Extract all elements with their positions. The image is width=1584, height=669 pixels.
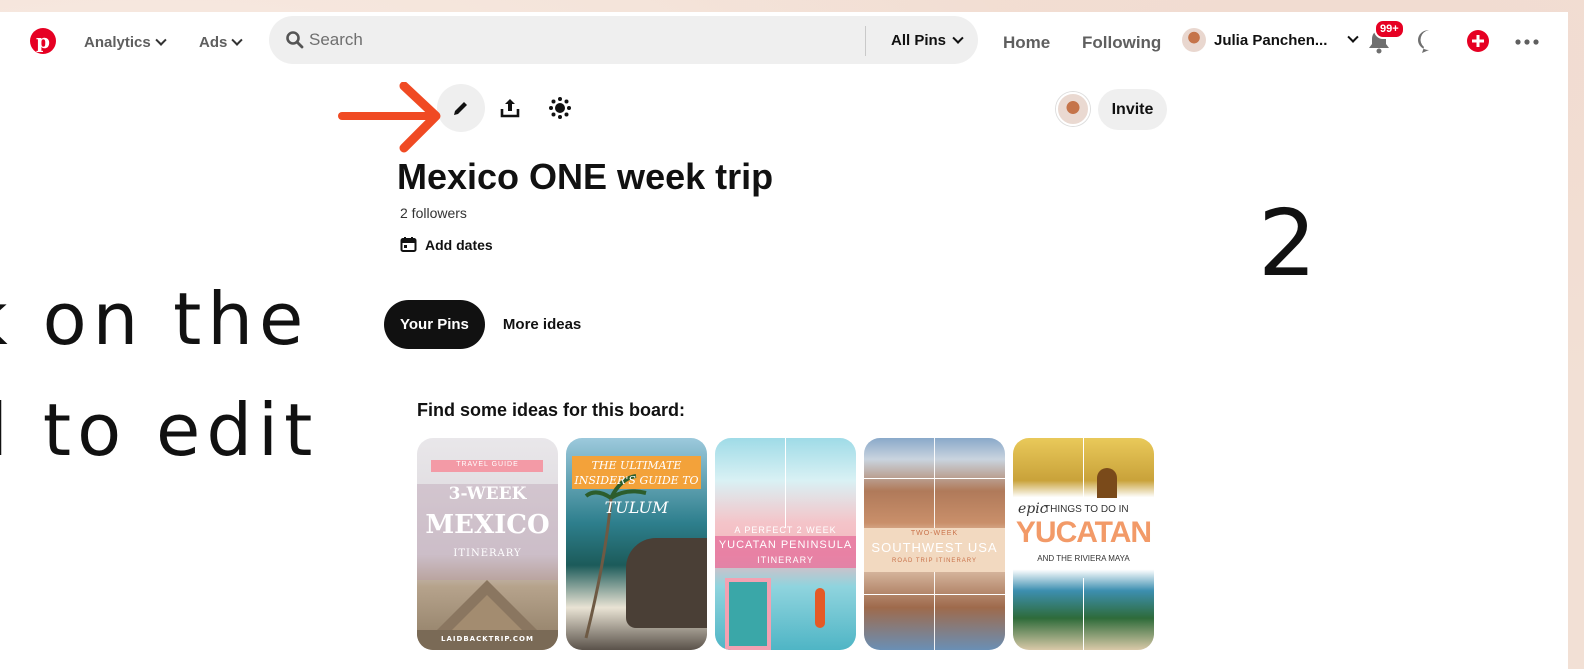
idea-card[interactable]: TRAVEL GUIDE 3-WEEK MEXICO ITINERARY LAI… [417,438,558,650]
tab-more-ideas[interactable]: More ideas [503,316,581,333]
user-menu[interactable]: Julia Panchen... [1182,28,1360,52]
card-text-3: YUCATAN [1015,516,1152,549]
instruction-text-line2: l to edit [0,388,319,472]
board-options-button[interactable] [536,84,584,132]
more-icon[interactable] [1512,26,1542,56]
add-dates-label: Add dates [425,236,493,253]
share-board-button[interactable] [486,84,534,132]
home-link[interactable]: Home [1003,33,1050,53]
board-tabs: Your Pins More ideas [384,300,581,349]
invite-button[interactable]: Invite [1098,89,1167,130]
card-text-1: A PERFECT 2 WEEK [734,525,837,535]
card-text-3: TULUM [604,498,669,517]
card-text-4: ITINERARY [453,548,522,559]
share-icon [500,99,520,118]
avatar [1182,28,1206,52]
ads-label: Ads [199,34,228,51]
idea-card[interactable]: THE ULTIMATE INSIDER'S GUIDE TO TULUM [566,438,707,650]
chevron-down-icon [155,34,167,46]
card-text-2: SOUTHWEST USA [871,540,998,555]
notification-badge: 99+ [1374,19,1405,39]
card-text-2: THINGS TO DO IN [1044,504,1129,515]
card-text-3: ITINERARY [757,555,814,565]
card-text-1: THE ULTIMATE [591,459,682,472]
top-nav: p Analytics Ads All Pins Home Following [0,12,1568,76]
card-text-4: AND THE RIVIERA MAYA [1037,554,1130,563]
card-text-3: ROAD TRIP ITINERARY [891,558,977,564]
pinterest-window: p Analytics Ads All Pins Home Following [0,12,1568,669]
idea-card[interactable]: A PERFECT 2 WEEK YUCATAN PENINSULA ITINE… [715,438,856,650]
analytics-menu[interactable]: Analytics [84,34,167,51]
following-link[interactable]: Following [1082,33,1161,53]
arrow-annotation [338,82,441,153]
card-text-1: TRAVEL GUIDE [456,461,519,468]
search-filter-label: All Pins [891,32,947,49]
step-number: 2 [1258,190,1317,297]
add-dates-button[interactable]: Add dates [400,236,493,253]
search-divider [865,26,866,56]
search-icon [286,31,304,49]
analytics-label: Analytics [84,34,151,51]
card-text-2: YUCATAN PENINSULA [718,539,853,551]
sparkle-icon [549,97,571,119]
card-text-5: LAIDBACKTRIP.COM [441,635,534,643]
idea-card[interactable]: TWO-WEEK SOUTHWEST USA ROAD TRIP ITINERA… [864,438,1005,650]
page-title: Mexico ONE week trip [397,156,774,197]
pencil-icon [454,102,467,115]
card-text-2: 3-WEEK [448,484,527,504]
chat-icon[interactable] [1414,26,1444,56]
collaborator-avatar[interactable] [1056,92,1090,126]
user-name: Julia Panchen... [1214,31,1328,49]
pinterest-logo[interactable]: p [30,28,56,54]
calendar-icon [400,237,417,252]
card-text-2: INSIDER'S GUIDE TO [574,474,699,487]
ads-menu[interactable]: Ads [199,34,244,51]
chevron-down-icon [1347,31,1360,43]
ideas-carousel: TRAVEL GUIDE 3-WEEK MEXICO ITINERARY LAI… [417,438,1154,650]
followers-count[interactable]: 2 followers [400,205,467,221]
plus-icon[interactable] [1463,26,1493,56]
instruction-text-line1: k on the [0,277,310,361]
search-filter-dropdown[interactable]: All Pins [891,32,964,49]
chevron-down-icon [952,32,964,44]
ideas-heading: Find some ideas for this board: [417,400,686,420]
tab-your-pins[interactable]: Your Pins [384,300,485,349]
search-bar[interactable]: All Pins [269,16,978,64]
card-text-1: TWO-WEEK [910,530,959,537]
chevron-down-icon [231,34,244,46]
card-image [417,438,558,650]
idea-card[interactable]: epic THINGS TO DO IN YUCATAN AND THE RIV… [1013,438,1154,650]
search-input[interactable] [309,28,849,52]
card-text-3: MEXICO [425,510,550,540]
